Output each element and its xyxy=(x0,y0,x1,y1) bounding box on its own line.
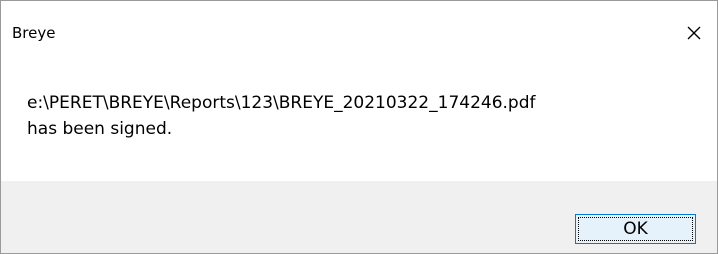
message-line-status: has been signed. xyxy=(27,119,173,139)
ok-button[interactable]: OK xyxy=(575,214,696,244)
ok-button-label: OK xyxy=(623,219,648,239)
button-bar: OK xyxy=(1,181,717,253)
close-button[interactable] xyxy=(671,14,717,52)
message-dialog: Breye e:\PERET\BREYE\Reports\123\BREYE_2… xyxy=(0,0,718,254)
message-line-path: e:\PERET\BREYE\Reports\123\BREYE_2021032… xyxy=(27,93,536,113)
title-bar[interactable]: Breye xyxy=(1,1,717,61)
window-title: Breye xyxy=(12,24,56,42)
message-area: e:\PERET\BREYE\Reports\123\BREYE_2021032… xyxy=(1,61,717,181)
message-text: e:\PERET\BREYE\Reports\123\BREYE_2021032… xyxy=(27,90,536,142)
close-icon xyxy=(686,25,702,41)
